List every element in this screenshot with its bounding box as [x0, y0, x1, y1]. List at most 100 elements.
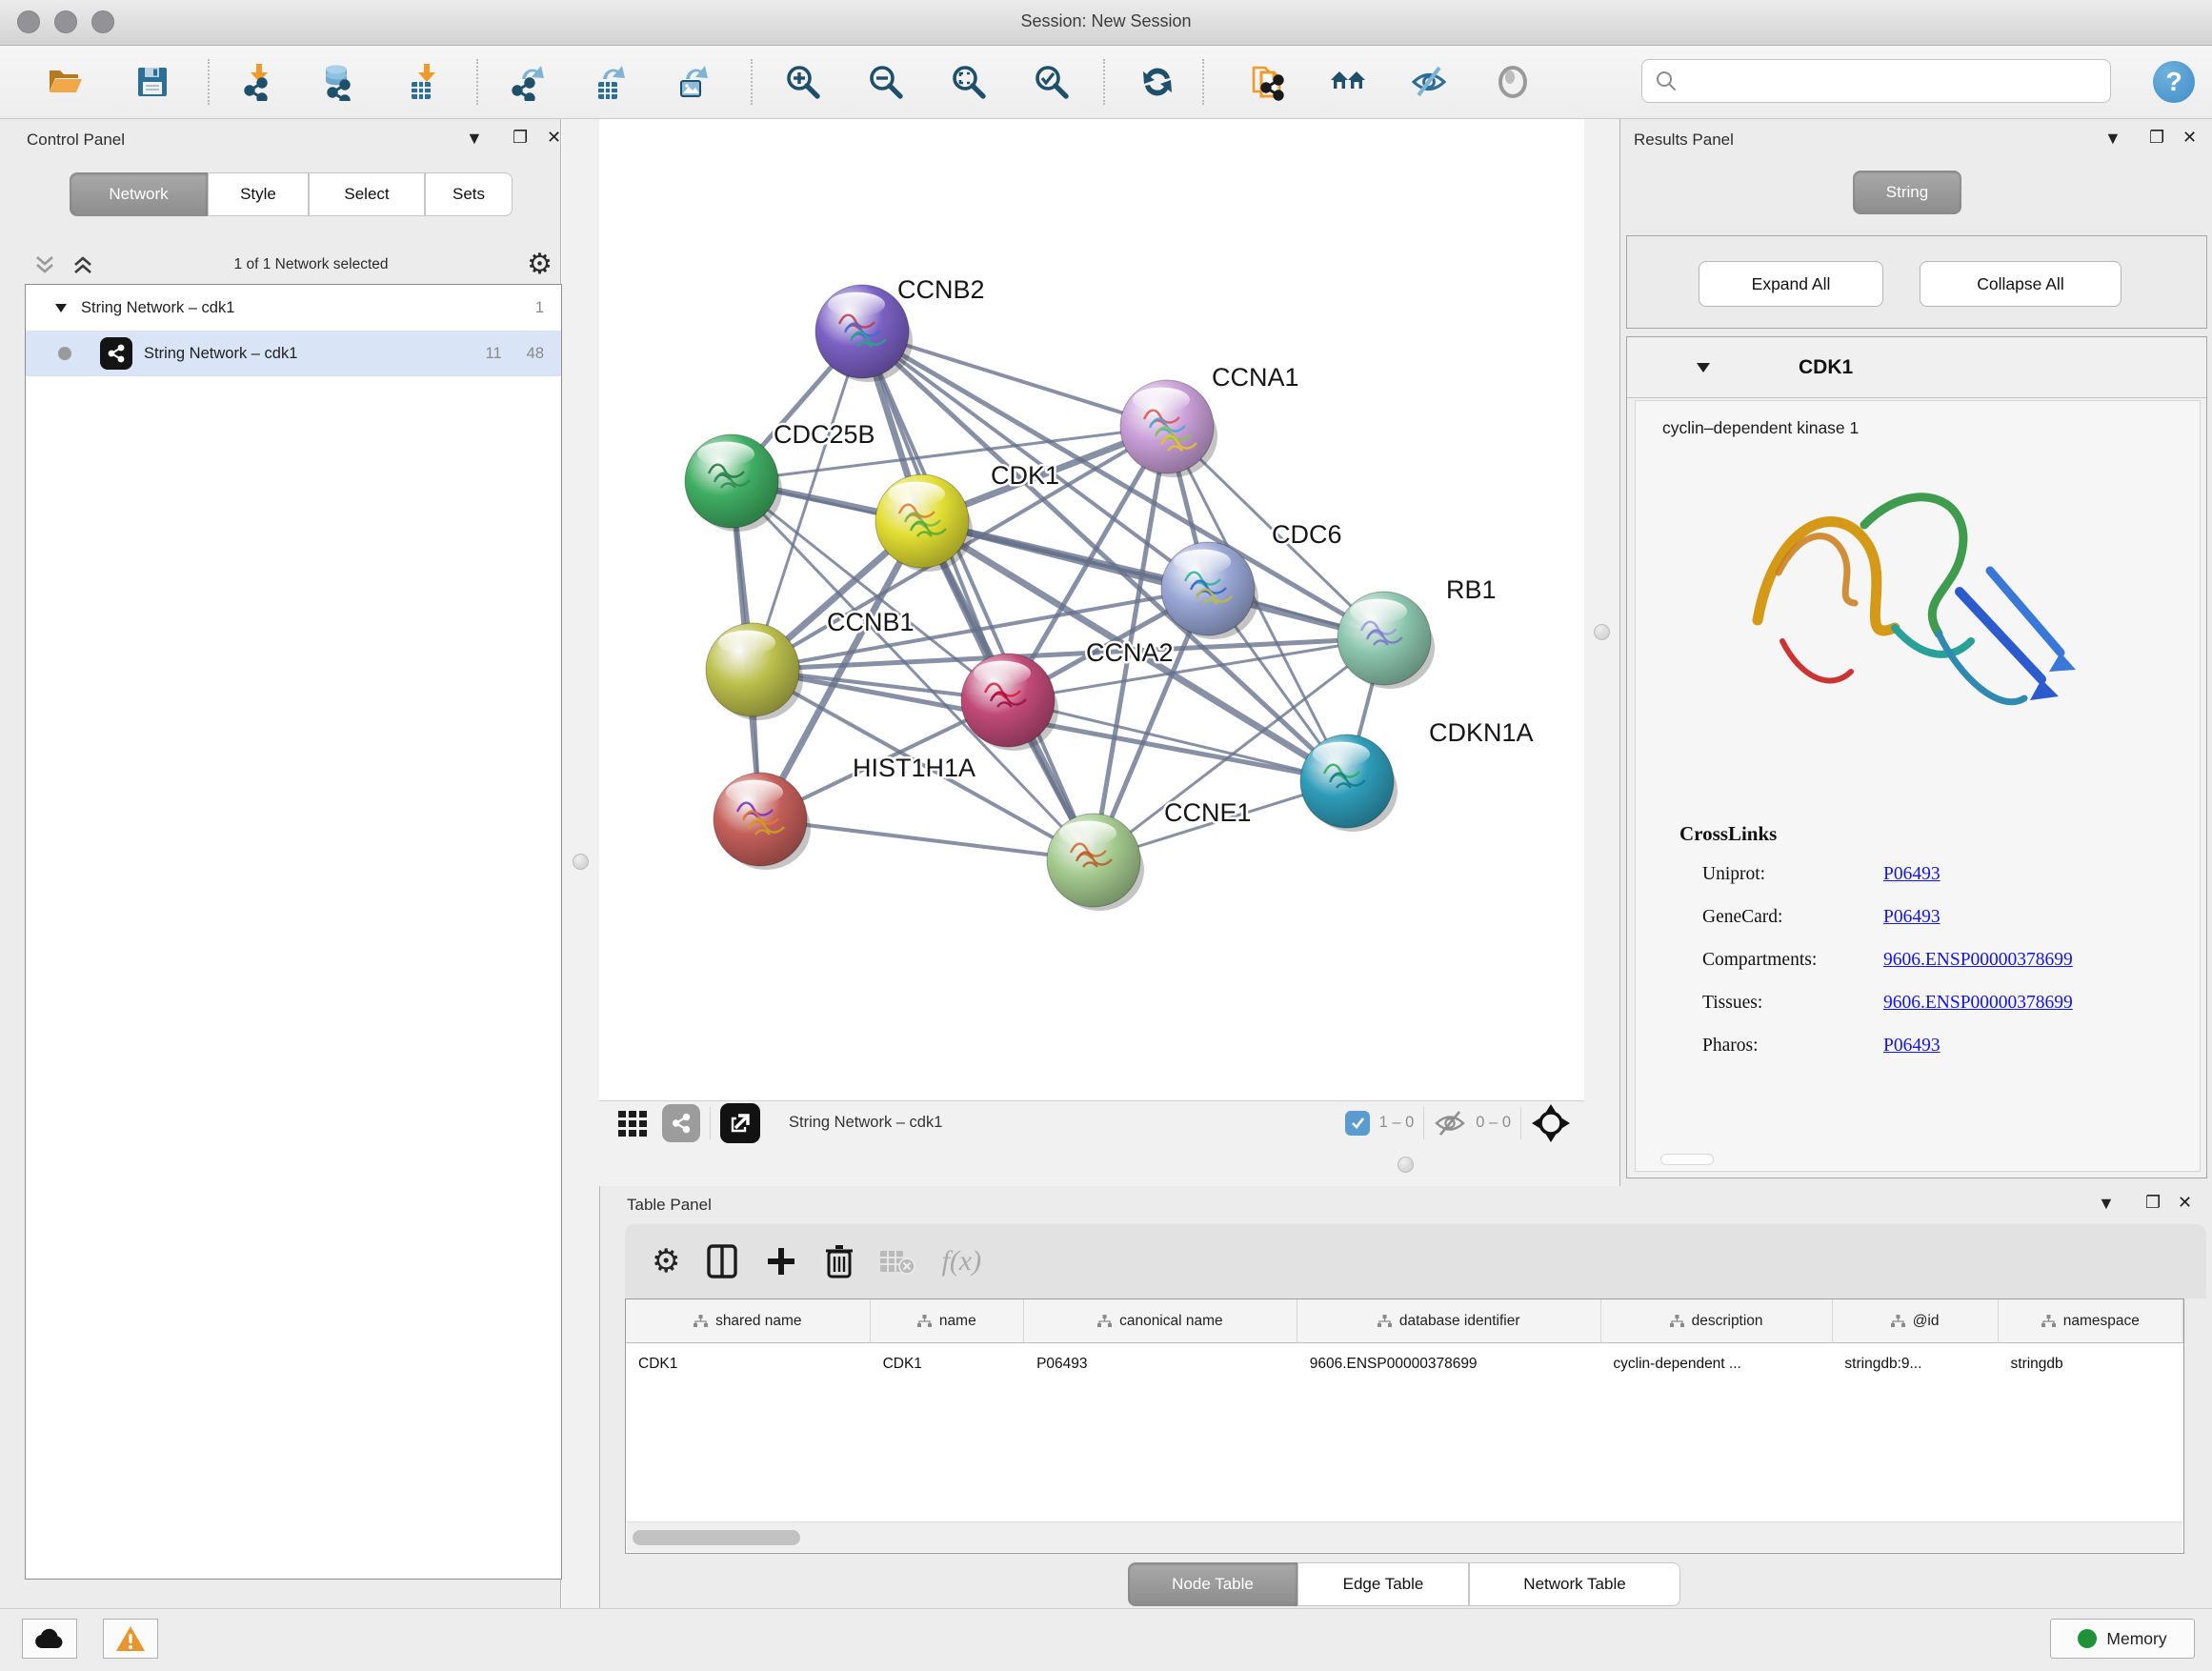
- tab-network-table[interactable]: Network Table: [1469, 1562, 1680, 1606]
- delete-column-icon[interactable]: [823, 1242, 855, 1280]
- left-splitter[interactable]: [562, 119, 599, 1608]
- open-view-icon[interactable]: [720, 1103, 760, 1143]
- eye-slash-icon: [1410, 63, 1448, 101]
- network-node-CDK1[interactable]: CDK1: [875, 461, 1059, 572]
- birdseye-crosshair-icon[interactable]: [1531, 1103, 1571, 1143]
- results-panel-float-icon[interactable]: ❐: [2149, 128, 2164, 148]
- crosslink-value[interactable]: 9606.ENSP00000378699: [1883, 993, 2073, 1014]
- zoom-in-button[interactable]: [776, 55, 830, 109]
- right-splitter[interactable]: [1584, 119, 1619, 1186]
- toolbar-separator: [476, 59, 478, 105]
- network-share-view-icon[interactable]: [662, 1104, 700, 1142]
- memory-button[interactable]: Memory: [2050, 1619, 2195, 1659]
- tab-style[interactable]: Style: [208, 172, 309, 216]
- crosslink-value[interactable]: P06493: [1883, 864, 1941, 885]
- warnings-button[interactable]: [103, 1619, 158, 1659]
- gene-description: cyclin–dependent kinase 1: [1662, 418, 1859, 438]
- refresh-view-button[interactable]: [1131, 55, 1184, 109]
- column-header-database-identifier[interactable]: database identifier: [1297, 1299, 1601, 1342]
- results-scrollbar[interactable]: [1660, 1154, 1714, 1165]
- import-network-from-file-button[interactable]: [232, 55, 286, 109]
- add-column-icon[interactable]: [764, 1244, 798, 1278]
- open-session-button[interactable]: [38, 55, 91, 109]
- export-network-button[interactable]: [502, 55, 555, 109]
- right-splitter-handle[interactable]: [1594, 624, 1610, 640]
- tab-node-table[interactable]: Node Table: [1128, 1562, 1297, 1606]
- tab-network[interactable]: Network: [70, 172, 208, 216]
- column-header-shared-name[interactable]: shared name: [626, 1299, 871, 1342]
- horizontal-splitter-handle[interactable]: [1398, 1157, 1414, 1173]
- column-header-description[interactable]: description: [1601, 1299, 1833, 1342]
- help-button[interactable]: ?: [2147, 55, 2201, 109]
- network-node-CDKN1A[interactable]: CDKN1A: [1300, 718, 1534, 832]
- tab-select[interactable]: Select: [309, 172, 425, 216]
- table-horizontal-scrollbar[interactable]: [627, 1521, 2182, 1552]
- network-tree-root-row[interactable]: String Network – cdk1 1: [26, 285, 561, 331]
- column-header-canonical-name[interactable]: canonical name: [1024, 1299, 1297, 1342]
- grid-view-icon[interactable]: [616, 1107, 649, 1139]
- network-node-HIST1H1A[interactable]: HIST1H1A: [714, 754, 975, 870]
- control-panel-collapse-icon[interactable]: ▼: [466, 129, 483, 149]
- table-scrollbar-thumb[interactable]: [633, 1530, 800, 1545]
- zoom-out-button[interactable]: [859, 55, 913, 109]
- table-panel-collapse-icon[interactable]: ▼: [2098, 1194, 2115, 1214]
- table-panel-close-icon[interactable]: ✕: [2178, 1193, 2192, 1213]
- crosslink-value[interactable]: P06493: [1883, 907, 1941, 928]
- collapse-all-button[interactable]: Collapse All: [1920, 261, 2122, 307]
- results-panel-collapse-icon[interactable]: ▼: [2104, 129, 2122, 149]
- table-cell[interactable]: P06493: [1024, 1343, 1297, 1385]
- birdseye-view-button[interactable]: [1486, 55, 1539, 109]
- network-canvas[interactable]: CCNB2 CCNA1 CDC25B CDK1 CDC6 RB1 CCNB1: [599, 119, 1584, 1100]
- crosslink-value[interactable]: 9606.ENSP00000378699: [1883, 950, 2073, 971]
- show-hide-button[interactable]: [1402, 55, 1456, 109]
- table-cell[interactable]: cyclin-dependent ...: [1600, 1343, 1832, 1385]
- network-node-RB1[interactable]: RB1: [1337, 575, 1497, 689]
- zoom-selected-button[interactable]: [1025, 55, 1078, 109]
- table-row[interactable]: CDK1CDK1P064939606.ENSP00000378699cyclin…: [626, 1343, 2183, 1385]
- table-cell[interactable]: stringdb:9...: [1832, 1343, 1998, 1385]
- gene-header-row[interactable]: CDK1: [1627, 337, 2206, 398]
- export-table-button[interactable]: [583, 55, 636, 109]
- table-settings-gear-icon[interactable]: ⚙: [652, 1242, 680, 1280]
- export-image-button[interactable]: [666, 55, 719, 109]
- crosslink-value[interactable]: P06493: [1883, 1036, 1941, 1057]
- table-cell[interactable]: CDK1: [871, 1343, 1024, 1385]
- save-session-button[interactable]: [126, 55, 179, 109]
- collapse-all-icon[interactable]: [32, 252, 57, 277]
- cloud-button[interactable]: [22, 1619, 77, 1659]
- tab-sets[interactable]: Sets: [425, 172, 513, 216]
- expand-all-button[interactable]: Expand All: [1699, 261, 1883, 307]
- zoom-fit-button[interactable]: [942, 55, 995, 109]
- search-input[interactable]: [1679, 62, 2110, 100]
- tab-string[interactable]: String: [1853, 171, 1961, 214]
- column-header-id[interactable]: @id: [1833, 1299, 1999, 1342]
- results-panel-close-icon[interactable]: ✕: [2182, 128, 2197, 148]
- horizontal-splitter[interactable]: [599, 1144, 1584, 1186]
- gray-eye-icon: [1494, 63, 1532, 101]
- tree-expander-icon[interactable]: [54, 302, 68, 313]
- first-neighbors-button[interactable]: [1321, 55, 1375, 109]
- search-field[interactable]: [1641, 59, 2111, 103]
- network-node-CCNB2[interactable]: CCNB2: [815, 275, 985, 382]
- table-cell[interactable]: 9606.ENSP00000378699: [1297, 1343, 1601, 1385]
- gene-expander-icon[interactable]: [1696, 361, 1711, 373]
- tab-edge-table[interactable]: Edge Table: [1297, 1562, 1469, 1606]
- table-panel-float-icon[interactable]: ❐: [2145, 1193, 2161, 1213]
- clone-network-button[interactable]: [1240, 55, 1294, 109]
- left-splitter-handle[interactable]: [573, 854, 589, 870]
- import-network-from-database-button[interactable]: [312, 55, 366, 109]
- table-cell[interactable]: stringdb: [1999, 1343, 2183, 1385]
- network-node-CCNE1[interactable]: CCNE1: [1047, 798, 1252, 911]
- column-header-name[interactable]: name: [871, 1299, 1024, 1342]
- network-tree-child-row[interactable]: String Network – cdk1 11 48: [26, 331, 561, 376]
- table-cell[interactable]: CDK1: [626, 1343, 871, 1385]
- network-node-CCNA1[interactable]: CCNA1: [1120, 363, 1299, 477]
- control-panel-close-icon[interactable]: ✕: [547, 128, 561, 148]
- show-columns-icon[interactable]: [705, 1242, 739, 1280]
- expand-all-icon[interactable]: [70, 252, 95, 277]
- column-header-namespace[interactable]: namespace: [1999, 1299, 2183, 1342]
- network-options-gear-icon[interactable]: ⚙: [527, 251, 553, 279]
- control-panel-float-icon[interactable]: ❐: [513, 128, 528, 148]
- import-table-from-file-button[interactable]: [400, 55, 453, 109]
- selected-checkbox-icon[interactable]: [1345, 1111, 1370, 1136]
